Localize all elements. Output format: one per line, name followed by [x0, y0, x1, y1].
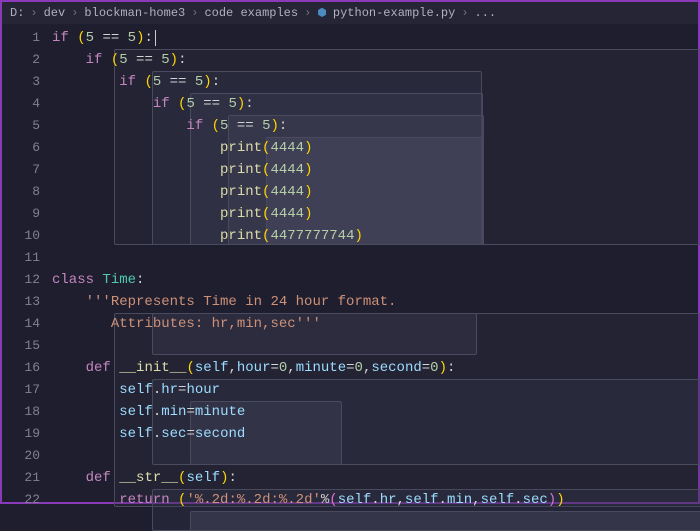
code-line[interactable]: print(4444) — [52, 137, 698, 159]
code-line[interactable]: Attributes: hr,min,sec''' — [52, 313, 698, 335]
line-number: 18 — [2, 401, 40, 423]
line-number: 9 — [2, 203, 40, 225]
line-number: 12 — [2, 269, 40, 291]
line-number: 15 — [2, 335, 40, 357]
code-line[interactable] — [52, 247, 698, 269]
code-line[interactable]: def __str__(self): — [52, 467, 698, 489]
line-number: 20 — [2, 445, 40, 467]
line-number: 14 — [2, 313, 40, 335]
python-file-icon: ⬢ — [317, 6, 327, 20]
code-area[interactable]: if (5 == 5): if (5 == 5): if (5 == 5): i… — [52, 24, 698, 502]
code-line[interactable]: if (5 == 5): — [52, 27, 698, 49]
chevron-right-icon: › — [71, 6, 78, 20]
code-line[interactable]: if (5 == 5): — [52, 49, 698, 71]
code-editor[interactable]: 1 2 3 4 5 6 7 8 9 10 11 12 13 14 15 16 1… — [2, 24, 698, 502]
code-line[interactable]: print(4444) — [52, 203, 698, 225]
code-line[interactable]: print(4477777744) — [52, 225, 698, 247]
breadcrumb-drive[interactable]: D: — [10, 6, 24, 20]
line-number: 16 — [2, 357, 40, 379]
line-number-gutter: 1 2 3 4 5 6 7 8 9 10 11 12 13 14 15 16 1… — [2, 24, 52, 502]
line-number: 13 — [2, 291, 40, 313]
breadcrumb-item[interactable]: code examples — [204, 6, 298, 20]
breadcrumb-item[interactable]: dev — [44, 6, 66, 20]
code-line[interactable] — [52, 335, 698, 357]
line-number: 2 — [2, 49, 40, 71]
line-number: 6 — [2, 137, 40, 159]
line-number: 8 — [2, 181, 40, 203]
chevron-right-icon: › — [304, 6, 311, 20]
code-line[interactable]: self.hr=hour — [52, 379, 698, 401]
code-line[interactable]: if (5 == 5): — [52, 71, 698, 93]
line-number: 22 — [2, 489, 40, 511]
line-number: 10 — [2, 225, 40, 247]
code-line[interactable]: def __init__(self,hour=0,minute=0,second… — [52, 357, 698, 379]
code-line[interactable]: if (5 == 5): — [52, 115, 698, 137]
chevron-right-icon: › — [30, 6, 37, 20]
line-number: 19 — [2, 423, 40, 445]
code-line[interactable]: print(4444) — [52, 181, 698, 203]
block-highlight — [190, 511, 700, 531]
code-line[interactable]: return ('%.2d:%.2d:%.2d'%(self.hr,self.m… — [52, 489, 698, 511]
code-line[interactable]: self.sec=second — [52, 423, 698, 445]
chevron-right-icon: › — [191, 6, 198, 20]
code-line[interactable] — [52, 445, 698, 467]
code-line[interactable]: '''Represents Time in 24 hour format. — [52, 291, 698, 313]
code-line[interactable]: if (5 == 5): — [52, 93, 698, 115]
breadcrumb-tail[interactable]: ... — [475, 6, 497, 20]
code-line[interactable]: print(4444) — [52, 159, 698, 181]
chevron-right-icon: › — [461, 6, 468, 20]
breadcrumb[interactable]: D: › dev › blockman-home3 › code example… — [2, 2, 698, 24]
line-number: 7 — [2, 159, 40, 181]
line-number: 21 — [2, 467, 40, 489]
line-number: 17 — [2, 379, 40, 401]
line-number: 11 — [2, 247, 40, 269]
code-line[interactable]: class Time: — [52, 269, 698, 291]
line-number: 5 — [2, 115, 40, 137]
line-number: 1 — [2, 27, 40, 49]
line-number: 4 — [2, 93, 40, 115]
text-cursor — [155, 30, 156, 46]
breadcrumb-file[interactable]: python-example.py — [333, 6, 455, 20]
line-number: 3 — [2, 71, 40, 93]
code-line[interactable]: self.min=minute — [52, 401, 698, 423]
breadcrumb-item[interactable]: blockman-home3 — [84, 6, 185, 20]
